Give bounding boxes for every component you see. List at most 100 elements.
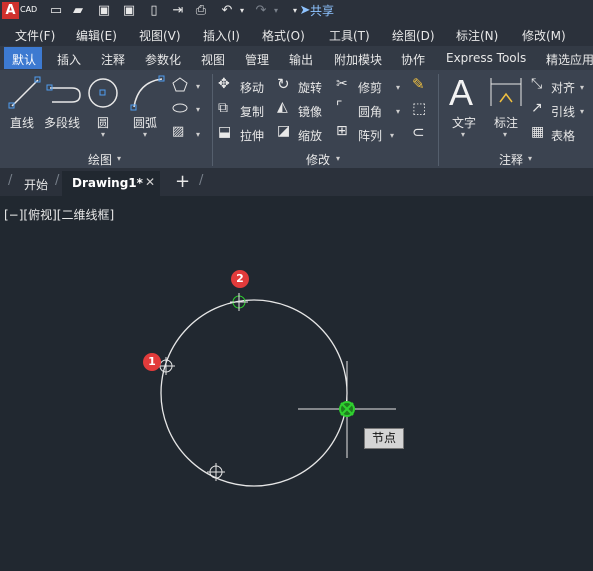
menu-draw[interactable]: 绘图(D) [392,27,435,44]
draw-panel-expand-icon[interactable]: ▾ [117,154,121,163]
circle-dropdown-icon[interactable]: ▾ [101,130,105,139]
move-button[interactable]: 移动 [240,79,264,96]
menu-edit[interactable]: 编辑(E) [76,27,117,44]
text-button[interactable]: 文字 [452,114,476,131]
align-icon[interactable]: ⤡ [531,76,542,92]
menu-modify[interactable]: 修改(M) [522,27,566,44]
array-dropdown-icon[interactable]: ▾ [390,131,394,140]
viewport-controls[interactable]: [−][俯视][二维线框] [4,206,114,223]
dimension-button[interactable]: 标注 [494,114,518,131]
tab-parametric[interactable]: 参数化 [145,51,181,68]
drawing-tab-label[interactable]: Drawing1* [72,176,143,190]
arc-icon[interactable] [130,75,165,111]
draw-panel-title[interactable]: 绘图 [88,151,112,168]
hatch-icon[interactable]: ▨ [172,124,184,139]
save-icon[interactable]: ▣ [96,3,112,19]
save-as-icon[interactable]: ▣ [121,3,137,19]
import-icon[interactable]: ⇥ [170,3,186,19]
polyline-button[interactable]: 多段线 [44,114,80,131]
dimension-dropdown-icon[interactable]: ▾ [503,130,507,139]
move-icon[interactable]: ✥ [218,76,230,92]
tab-annotate[interactable]: 注释 [101,51,125,68]
menu-view[interactable]: 视图(V) [139,27,181,44]
offset-icon[interactable]: ⊂ [412,123,425,141]
node-marker-3[interactable] [207,463,225,481]
hatch-dropdown-icon[interactable]: ▾ [196,130,200,139]
trim-icon[interactable]: ✂ [336,76,348,92]
table-button[interactable]: 表格 [551,127,575,144]
dimension-icon[interactable] [488,76,524,110]
copy-icon[interactable]: ⧉ [218,100,228,116]
start-tab[interactable]: 开始 [24,176,48,193]
menu-insert[interactable]: 插入(I) [203,27,240,44]
text-dropdown-icon[interactable]: ▾ [461,130,465,139]
circle-button[interactable]: 圆 [97,114,109,131]
tab-view[interactable]: 视图 [201,51,225,68]
align-button[interactable]: 对齐 [551,79,575,96]
new-file-icon[interactable]: ▭ [48,3,64,19]
arc-button[interactable]: 圆弧 [133,114,157,131]
copy-button[interactable]: 复制 [240,103,264,120]
mirror-button[interactable]: 镜像 [298,103,322,120]
annotation-panel-expand-icon[interactable]: ▾ [528,154,532,163]
ellipse-icon[interactable] [172,103,188,113]
modify-panel-expand-icon[interactable]: ▾ [336,154,340,163]
redo-dropdown-icon[interactable]: ▾ [268,3,284,19]
open-web-icon[interactable]: ▯ [146,3,162,19]
menu-tools[interactable]: 工具(T) [329,27,370,44]
trim-button[interactable]: 修剪 [358,79,382,96]
line-icon[interactable] [8,76,41,109]
mirror-icon[interactable]: ◭ [277,99,288,115]
array-icon[interactable]: ⊞ [336,123,348,139]
trim-dropdown-icon[interactable]: ▾ [396,83,400,92]
stretch-icon[interactable]: ⬓ [218,124,231,140]
stretch-button[interactable]: 拉伸 [240,127,264,144]
drawn-circle[interactable] [160,299,348,487]
drawing-canvas[interactable] [0,196,593,571]
circle-icon[interactable] [88,78,118,108]
new-tab-plus-icon[interactable]: + [175,171,190,192]
open-folder-icon[interactable]: ▰ [70,3,86,19]
share-button[interactable]: 共享 [310,2,334,19]
scale-button[interactable]: 缩放 [298,127,322,144]
undo-icon[interactable]: ↶ [219,3,235,19]
menu-dimension[interactable]: 标注(N) [456,27,498,44]
plot-icon[interactable]: ⎙ [193,3,209,19]
text-icon[interactable]: A [449,72,473,114]
arc-dropdown-icon[interactable]: ▾ [143,130,147,139]
explode-icon[interactable]: ⬚ [412,99,426,117]
scale-icon[interactable]: ◪ [277,123,290,139]
tab-express-tools[interactable]: Express Tools [446,51,526,65]
node-marker-2[interactable] [230,293,248,311]
undo-dropdown-icon[interactable]: ▾ [234,3,250,19]
fillet-button[interactable]: 圆角 [358,103,382,120]
fillet-dropdown-icon[interactable]: ▾ [396,107,400,116]
rotate-icon[interactable]: ↻ [277,75,290,93]
menu-format[interactable]: 格式(O) [262,27,305,44]
close-tab-icon[interactable]: ✕ [145,175,155,189]
menu-file[interactable]: 文件(F) [15,27,55,44]
redo-icon[interactable]: ↷ [253,3,269,19]
tab-output[interactable]: 输出 [289,51,313,68]
erase-icon[interactable]: ✎ [412,75,425,93]
tab-featured-apps[interactable]: 精选应用 [546,51,593,68]
tab-insert[interactable]: 插入 [57,51,81,68]
rotate-button[interactable]: 旋转 [298,79,322,96]
line-button[interactable]: 直线 [10,114,34,131]
leader-dropdown-icon[interactable]: ▾ [580,107,584,116]
annotation-panel-title[interactable]: 注释 [499,151,523,168]
array-button[interactable]: 阵列 [358,127,382,144]
polyline-icon[interactable] [46,84,81,103]
ellipse-dropdown-icon[interactable]: ▾ [196,105,200,114]
fillet-icon[interactable]: ⌜ [336,99,343,115]
app-logo[interactable]: A CAD [0,0,40,22]
tab-addins[interactable]: 附加模块 [334,51,382,68]
tab-manage[interactable]: 管理 [245,51,269,68]
tab-default[interactable]: 默认 [12,51,36,68]
leader-icon[interactable]: ↗ [531,100,543,116]
polygon-dropdown-icon[interactable]: ▾ [196,82,200,91]
modify-panel-title[interactable]: 修改 [306,151,330,168]
table-icon[interactable]: ▦ [531,124,544,140]
polygon-icon[interactable] [172,77,188,92]
leader-button[interactable]: 引线 [551,103,575,120]
